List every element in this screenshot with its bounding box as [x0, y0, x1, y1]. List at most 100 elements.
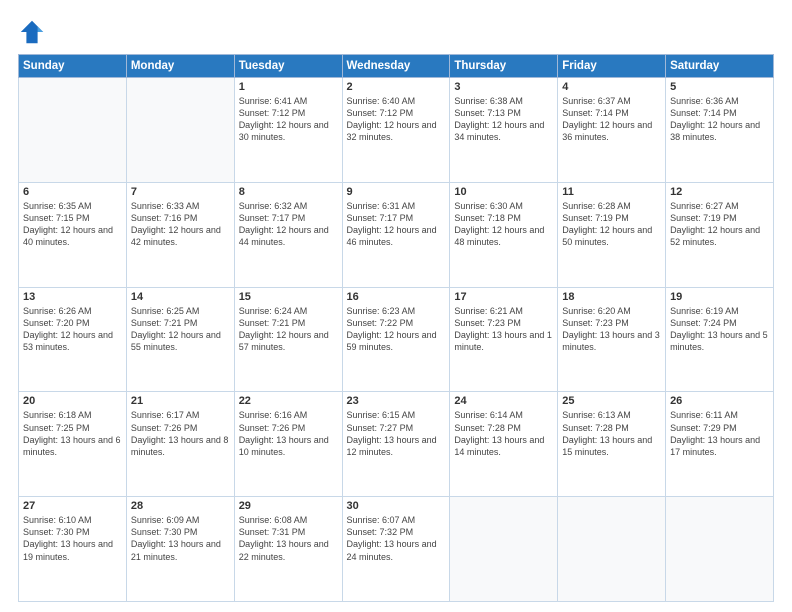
day-number: 7: [131, 186, 230, 198]
day-info: Sunrise: 6:24 AM Sunset: 7:21 PM Dayligh…: [239, 305, 338, 354]
calendar-cell: 17 Sunrise: 6:21 AM Sunset: 7:23 PM Dayli…: [450, 287, 558, 392]
weekday-header-row: SundayMondayTuesdayWednesdayThursdayFrid…: [19, 55, 774, 78]
header: [18, 18, 774, 46]
day-number: 19: [670, 291, 769, 303]
day-info: Sunrise: 6:32 AM Sunset: 7:17 PM Dayligh…: [239, 200, 338, 249]
calendar-cell: 8 Sunrise: 6:32 AM Sunset: 7:17 PM Daylig…: [234, 182, 342, 287]
calendar-cell: [19, 78, 127, 183]
day-info: Sunrise: 6:37 AM Sunset: 7:14 PM Dayligh…: [562, 95, 661, 144]
calendar-cell: 25 Sunrise: 6:13 AM Sunset: 7:28 PM Dayli…: [558, 392, 666, 497]
calendar-cell: 1Sunrise: 6:41 AM Sunset: 7:12 PM Daylig…: [234, 78, 342, 183]
day-number: 5: [670, 81, 769, 93]
weekday-header-friday: Friday: [558, 55, 666, 78]
day-number: 20: [23, 395, 122, 407]
day-number: 4: [562, 81, 661, 93]
day-number: 17: [454, 291, 553, 303]
day-info: Sunrise: 6:35 AM Sunset: 7:15 PM Dayligh…: [23, 200, 122, 249]
calendar-cell: 11 Sunrise: 6:28 AM Sunset: 7:19 PM Dayli…: [558, 182, 666, 287]
calendar-week-3: 13 Sunrise: 6:26 AM Sunset: 7:20 PM Dayli…: [19, 287, 774, 392]
day-number: 25: [562, 395, 661, 407]
day-info: Sunrise: 6:27 AM Sunset: 7:19 PM Dayligh…: [670, 200, 769, 249]
day-info: Sunrise: 6:26 AM Sunset: 7:20 PM Dayligh…: [23, 305, 122, 354]
day-number: 24: [454, 395, 553, 407]
day-number: 18: [562, 291, 661, 303]
day-number: 27: [23, 500, 122, 512]
day-info: Sunrise: 6:17 AM Sunset: 7:26 PM Dayligh…: [131, 409, 230, 458]
calendar-cell: 20 Sunrise: 6:18 AM Sunset: 7:25 PM Dayli…: [19, 392, 127, 497]
day-number: 8: [239, 186, 338, 198]
calendar-cell: 9 Sunrise: 6:31 AM Sunset: 7:17 PM Daylig…: [342, 182, 450, 287]
calendar-week-4: 20 Sunrise: 6:18 AM Sunset: 7:25 PM Dayli…: [19, 392, 774, 497]
day-info: Sunrise: 6:08 AM Sunset: 7:31 PM Dayligh…: [239, 514, 338, 563]
day-info: Sunrise: 6:14 AM Sunset: 7:28 PM Dayligh…: [454, 409, 553, 458]
day-number: 16: [347, 291, 446, 303]
day-number: 6: [23, 186, 122, 198]
day-number: 22: [239, 395, 338, 407]
day-number: 23: [347, 395, 446, 407]
day-info: Sunrise: 6:15 AM Sunset: 7:27 PM Dayligh…: [347, 409, 446, 458]
day-info: Sunrise: 6:23 AM Sunset: 7:22 PM Dayligh…: [347, 305, 446, 354]
calendar-cell: [450, 497, 558, 602]
day-number: 21: [131, 395, 230, 407]
day-number: 15: [239, 291, 338, 303]
day-info: Sunrise: 6:11 AM Sunset: 7:29 PM Dayligh…: [670, 409, 769, 458]
day-info: Sunrise: 6:16 AM Sunset: 7:26 PM Dayligh…: [239, 409, 338, 458]
day-number: 26: [670, 395, 769, 407]
calendar-table: SundayMondayTuesdayWednesdayThursdayFrid…: [18, 54, 774, 602]
calendar-cell: 4 Sunrise: 6:37 AM Sunset: 7:14 PM Daylig…: [558, 78, 666, 183]
day-info: Sunrise: 6:33 AM Sunset: 7:16 PM Dayligh…: [131, 200, 230, 249]
calendar-body: 1Sunrise: 6:41 AM Sunset: 7:12 PM Daylig…: [19, 78, 774, 602]
calendar-cell: 3 Sunrise: 6:38 AM Sunset: 7:13 PM Daylig…: [450, 78, 558, 183]
calendar-header: SundayMondayTuesdayWednesdayThursdayFrid…: [19, 55, 774, 78]
calendar-cell: 14Sunrise: 6:25 AM Sunset: 7:21 PM Dayli…: [126, 287, 234, 392]
day-number: 11: [562, 186, 661, 198]
day-number: 2: [347, 81, 446, 93]
day-number: 30: [347, 500, 446, 512]
calendar-cell: 15 Sunrise: 6:24 AM Sunset: 7:21 PM Dayli…: [234, 287, 342, 392]
calendar-cell: 6 Sunrise: 6:35 AM Sunset: 7:15 PM Daylig…: [19, 182, 127, 287]
day-number: 12: [670, 186, 769, 198]
day-number: 28: [131, 500, 230, 512]
calendar-cell: 27Sunrise: 6:10 AM Sunset: 7:30 PM Dayli…: [19, 497, 127, 602]
day-info: Sunrise: 6:25 AM Sunset: 7:21 PM Dayligh…: [131, 305, 230, 354]
day-info: Sunrise: 6:38 AM Sunset: 7:13 PM Dayligh…: [454, 95, 553, 144]
day-info: Sunrise: 6:07 AM Sunset: 7:32 PM Dayligh…: [347, 514, 446, 563]
day-info: Sunrise: 6:21 AM Sunset: 7:23 PM Dayligh…: [454, 305, 553, 354]
calendar-cell: 19 Sunrise: 6:19 AM Sunset: 7:24 PM Dayli…: [666, 287, 774, 392]
weekday-header-saturday: Saturday: [666, 55, 774, 78]
calendar-cell: 30 Sunrise: 6:07 AM Sunset: 7:32 PM Dayli…: [342, 497, 450, 602]
calendar-cell: [666, 497, 774, 602]
calendar-cell: 21 Sunrise: 6:17 AM Sunset: 7:26 PM Dayli…: [126, 392, 234, 497]
logo: [18, 18, 50, 46]
day-info: Sunrise: 6:36 AM Sunset: 7:14 PM Dayligh…: [670, 95, 769, 144]
calendar-cell: 10Sunrise: 6:30 AM Sunset: 7:18 PM Dayli…: [450, 182, 558, 287]
calendar-cell: [126, 78, 234, 183]
day-number: 29: [239, 500, 338, 512]
day-info: Sunrise: 6:31 AM Sunset: 7:17 PM Dayligh…: [347, 200, 446, 249]
weekday-header-thursday: Thursday: [450, 55, 558, 78]
logo-icon: [18, 18, 46, 46]
calendar-cell: 24 Sunrise: 6:14 AM Sunset: 7:28 PM Dayli…: [450, 392, 558, 497]
calendar-cell: 23 Sunrise: 6:15 AM Sunset: 7:27 PM Dayli…: [342, 392, 450, 497]
day-info: Sunrise: 6:20 AM Sunset: 7:23 PM Dayligh…: [562, 305, 661, 354]
weekday-header-tuesday: Tuesday: [234, 55, 342, 78]
calendar-cell: 13 Sunrise: 6:26 AM Sunset: 7:20 PM Dayli…: [19, 287, 127, 392]
day-info: Sunrise: 6:19 AM Sunset: 7:24 PM Dayligh…: [670, 305, 769, 354]
calendar-cell: 28Sunrise: 6:09 AM Sunset: 7:30 PM Dayli…: [126, 497, 234, 602]
day-info: Sunrise: 6:18 AM Sunset: 7:25 PM Dayligh…: [23, 409, 122, 458]
day-info: Sunrise: 6:41 AM Sunset: 7:12 PM Dayligh…: [239, 95, 338, 144]
calendar-cell: 26 Sunrise: 6:11 AM Sunset: 7:29 PM Dayli…: [666, 392, 774, 497]
day-info: Sunrise: 6:28 AM Sunset: 7:19 PM Dayligh…: [562, 200, 661, 249]
calendar-week-1: 1Sunrise: 6:41 AM Sunset: 7:12 PM Daylig…: [19, 78, 774, 183]
calendar-cell: 16 Sunrise: 6:23 AM Sunset: 7:22 PM Dayli…: [342, 287, 450, 392]
weekday-header-monday: Monday: [126, 55, 234, 78]
calendar-cell: [558, 497, 666, 602]
day-info: Sunrise: 6:13 AM Sunset: 7:28 PM Dayligh…: [562, 409, 661, 458]
day-number: 13: [23, 291, 122, 303]
day-info: Sunrise: 6:40 AM Sunset: 7:12 PM Dayligh…: [347, 95, 446, 144]
calendar-cell: 2 Sunrise: 6:40 AM Sunset: 7:12 PM Daylig…: [342, 78, 450, 183]
calendar-cell: 12 Sunrise: 6:27 AM Sunset: 7:19 PM Dayli…: [666, 182, 774, 287]
day-number: 9: [347, 186, 446, 198]
day-number: 3: [454, 81, 553, 93]
page: SundayMondayTuesdayWednesdayThursdayFrid…: [0, 0, 792, 612]
